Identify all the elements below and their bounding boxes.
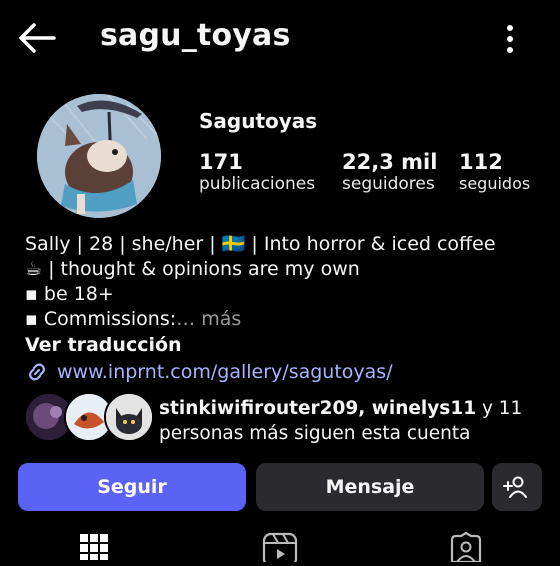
bio-text: Sally | 28 | she/her | 🇸🇪 | Into horror … — [25, 232, 545, 332]
follow-button[interactable]: Seguir — [18, 463, 246, 511]
followed-by-text[interactable]: stinkiwifirouter209, winelys11 y 11 pers… — [159, 396, 539, 446]
stat-followers[interactable]: 22,3 mil seguidores — [342, 150, 437, 194]
see-translation-link[interactable]: Ver traducción — [25, 334, 182, 356]
link-icon — [29, 363, 45, 381]
tab-tagged[interactable] — [448, 531, 484, 566]
suggested-users-button[interactable] — [492, 463, 542, 511]
more-vertical-icon — [507, 25, 513, 53]
followed-by-line: stinkiwifirouter209, winelys11 y 11 — [159, 396, 539, 421]
bio-line: ▪ Commissions:… más — [25, 307, 545, 332]
username-title: sagu_toyas — [100, 18, 291, 53]
stat-value: 171 — [199, 150, 243, 174]
tagged-icon — [450, 531, 482, 564]
grid-icon — [80, 534, 108, 560]
followed-by-count: y 11 — [476, 398, 523, 419]
mutual-followers-avatars[interactable] — [24, 392, 154, 444]
external-link[interactable]: www.inprnt.com/gallery/sagutoyas/ — [25, 360, 393, 384]
bio-line-text: ▪ Commissions: — [25, 308, 177, 330]
more-link[interactable]: … más — [176, 308, 241, 330]
stat-label: publicaciones — [199, 174, 316, 194]
add-user-icon — [503, 476, 527, 498]
reels-icon — [262, 532, 298, 566]
stat-value: 112 — [459, 150, 503, 174]
display-name: Sagutoyas — [199, 109, 318, 133]
link-url: www.inprnt.com/gallery/sagutoyas/ — [57, 361, 393, 383]
more-options-button[interactable] — [496, 22, 524, 56]
stat-value: 22,3 mil — [342, 150, 438, 174]
stat-posts[interactable]: 171 publicaciones — [199, 150, 315, 194]
bio-line: ☕ | thought & opinions are my own — [25, 258, 360, 280]
followed-by-line: personas más siguen esta cuenta — [159, 423, 471, 444]
bio-line: Sally | 28 | she/her | 🇸🇪 | Into horror … — [25, 233, 496, 255]
tab-reels[interactable] — [262, 532, 298, 566]
avatar — [104, 392, 154, 442]
bio-line: ▪ be 18+ — [25, 283, 114, 305]
arrow-left-icon — [19, 23, 56, 53]
message-button[interactable]: Mensaje — [256, 463, 484, 511]
follower-names: stinkiwifirouter209, winelys11 — [159, 398, 477, 419]
stat-label: seguidores — [342, 174, 435, 194]
back-button[interactable] — [16, 20, 58, 56]
tab-grid[interactable] — [78, 532, 110, 564]
stat-label: seguidos — [459, 174, 531, 193]
stat-following[interactable]: 112 seguidos — [459, 150, 530, 193]
profile-tabs — [0, 528, 560, 566]
profile-avatar[interactable] — [37, 94, 161, 218]
